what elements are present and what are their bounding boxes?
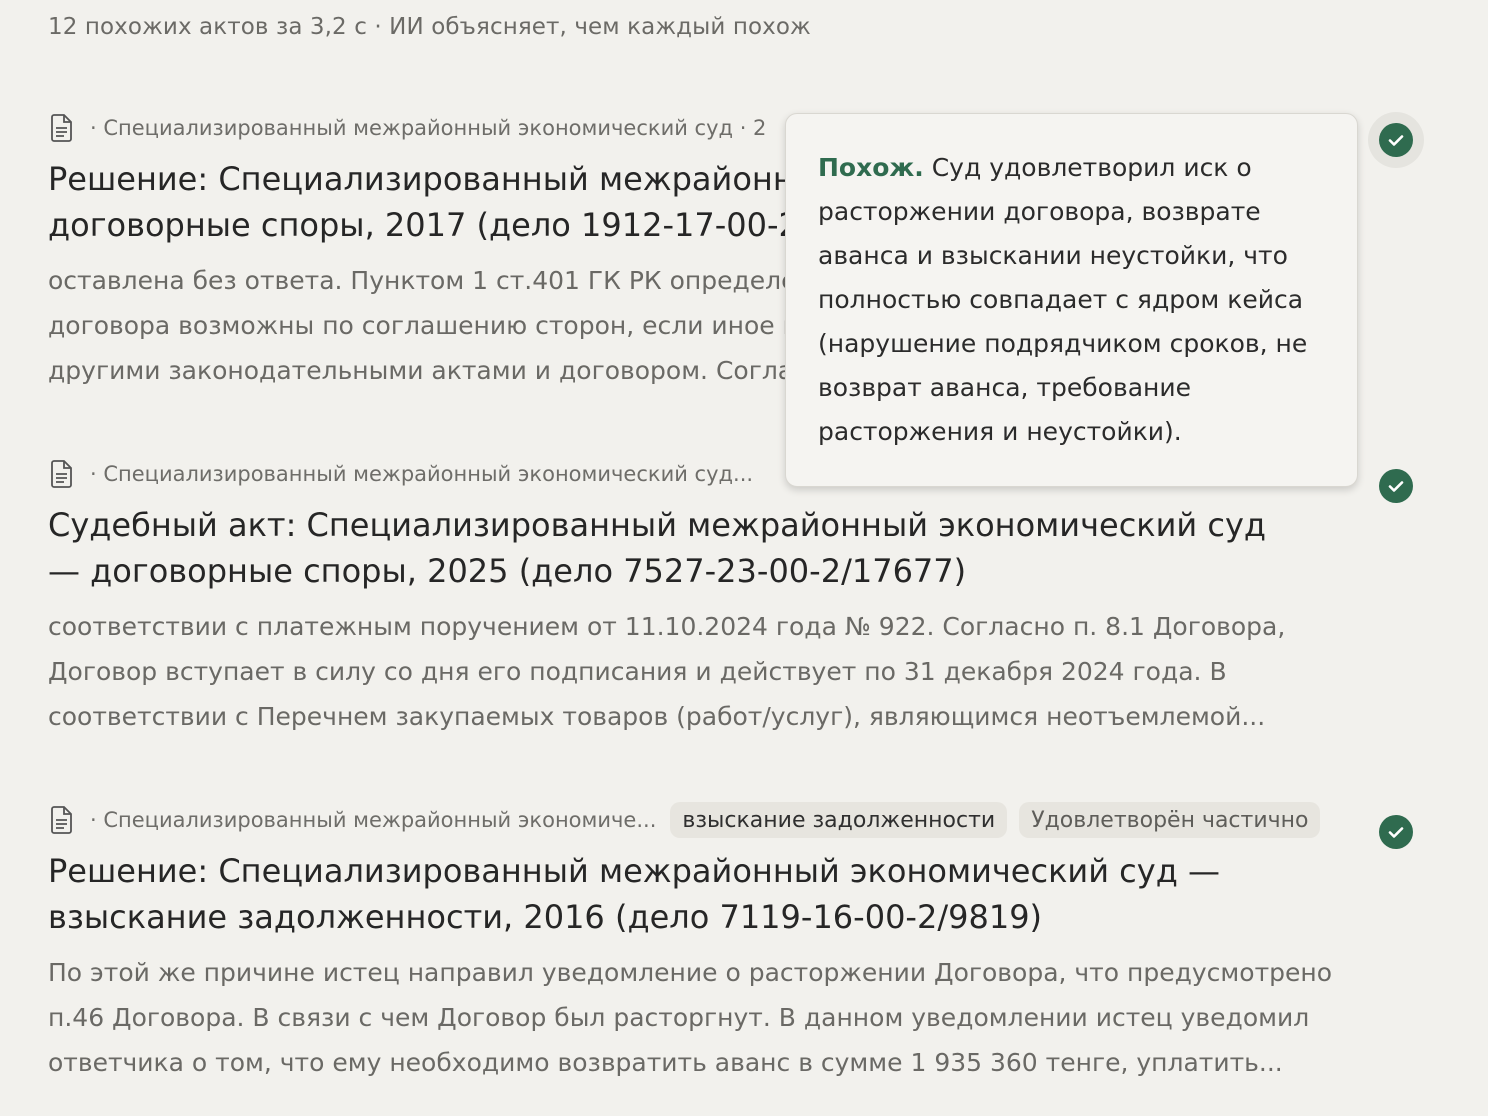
check-circle-icon xyxy=(1379,469,1413,503)
tooltip-lead: Похож. xyxy=(818,153,924,182)
similarity-marker[interactable] xyxy=(1368,804,1424,860)
court-name: · Специализированный межрайонный экономи… xyxy=(90,116,767,140)
similarity-marker[interactable] xyxy=(1368,458,1424,514)
result-item[interactable]: · Специализированный межрайонный экономи… xyxy=(48,802,1438,1085)
result-tags: взыскание задолженности Удовлетворён час… xyxy=(670,802,1321,838)
outcome-tag[interactable]: Удовлетворён частично xyxy=(1019,802,1321,838)
result-title[interactable]: Судебный акт: Специализированный межрайо… xyxy=(48,502,1308,594)
result-meta: · Специализированный межрайонный экономи… xyxy=(48,802,1438,838)
result-title[interactable]: Решение: Специализированный межрайонный … xyxy=(48,848,1308,940)
result-excerpt: соответствии с платежным поручением от 1… xyxy=(48,612,1286,731)
check-circle-icon xyxy=(1379,815,1413,849)
document-icon xyxy=(48,113,76,143)
tooltip-text: Суд удовлетворил иск о расторжении догов… xyxy=(818,153,1308,446)
similarity-tooltip: Похож. Суд удовлетворил иск о расторжени… xyxy=(785,113,1358,487)
document-icon xyxy=(48,805,76,835)
result-excerpt: По этой же причине истец направил уведом… xyxy=(48,958,1333,1077)
document-icon xyxy=(48,459,76,489)
similarity-marker[interactable] xyxy=(1368,112,1424,168)
court-name: · Специализированный межрайонный экономи… xyxy=(90,462,754,486)
category-tag[interactable]: взыскание задолженности xyxy=(670,802,1008,838)
result-item[interactable]: · Специализированный межрайонный экономи… xyxy=(48,456,1438,739)
check-circle-icon xyxy=(1379,123,1413,157)
court-name: · Специализированный межрайонный экономи… xyxy=(90,808,657,832)
